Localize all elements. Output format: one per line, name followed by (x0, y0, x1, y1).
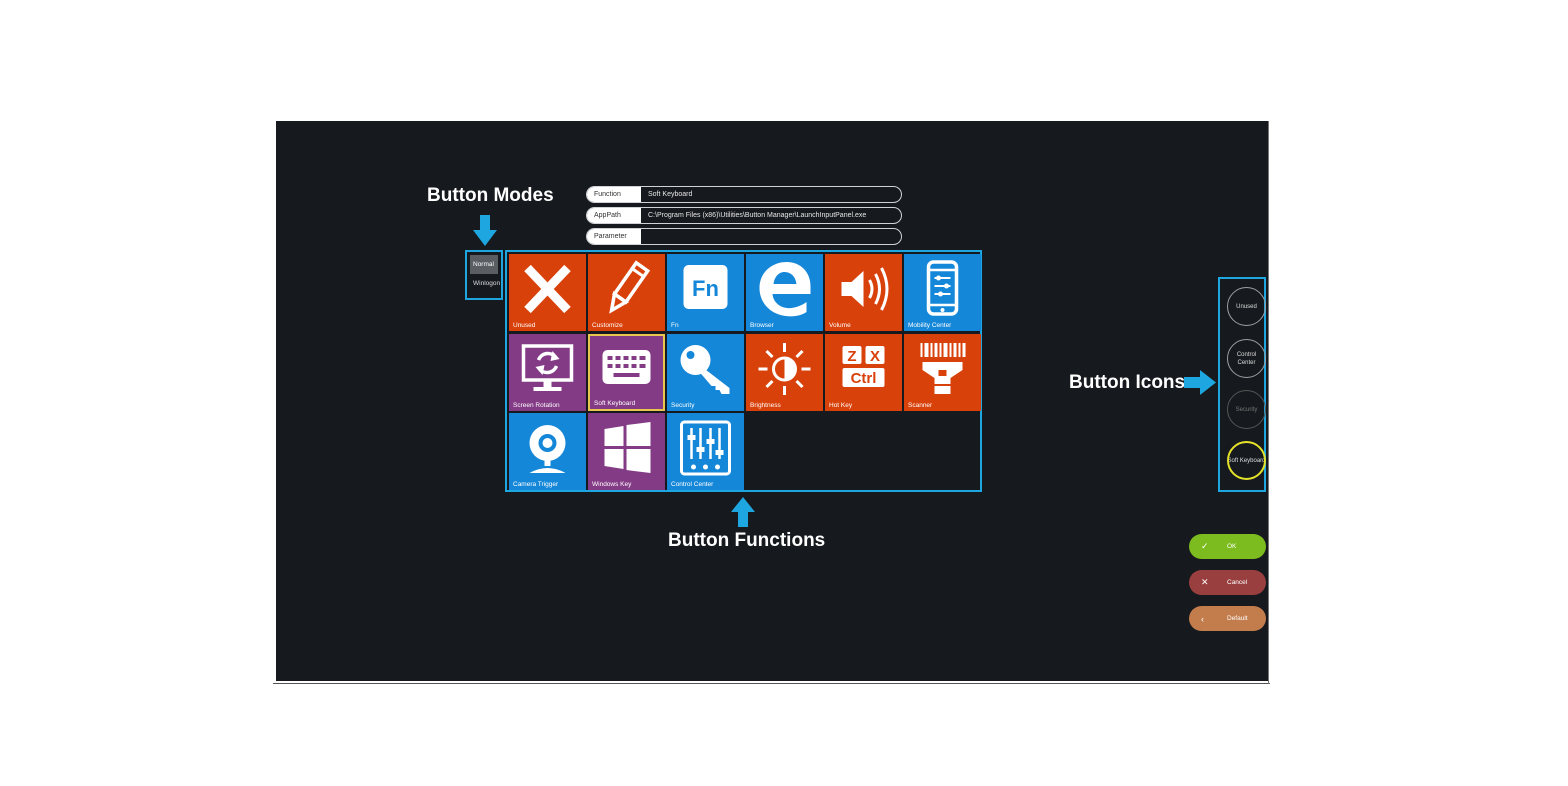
check-icon: ✓ (1201, 541, 1209, 551)
hot-key-z-text: Z (847, 348, 856, 365)
fn-key-icon: Fn (683, 265, 728, 309)
tile-label: Customize (592, 322, 623, 329)
tile-camera-trigger[interactable]: Camera Trigger (509, 413, 586, 490)
hot-key-x-text: X (870, 348, 880, 365)
mode-winlogon[interactable]: Winlogon (470, 274, 500, 293)
tile-brightness[interactable]: Brightness (746, 334, 823, 411)
apppath-field-label: AppPath (587, 208, 641, 223)
pencil-icon (609, 260, 651, 314)
mobile-settings-icon (926, 260, 959, 316)
sliders-icon (680, 420, 731, 476)
tile-unused[interactable]: Unused (509, 254, 586, 331)
webcam-icon (529, 425, 566, 473)
annotation-button-modes: Button Modes (427, 185, 554, 206)
tile-browser[interactable]: Browser (746, 254, 823, 331)
brightness-icon (758, 343, 811, 395)
tile-label: Screen Rotation (513, 402, 560, 409)
tile-label: Volume (829, 322, 851, 329)
tile-control-center[interactable]: Control Center (667, 413, 744, 490)
tile-soft-keyboard[interactable]: Soft Keyboard (588, 334, 665, 411)
annotation-button-icons: Button Icons (1069, 372, 1186, 393)
parameter-field-value (641, 229, 901, 244)
button-modes-panel: Normal Winlogon (465, 250, 503, 300)
cancel-button[interactable]: ✕ Cancel (1189, 570, 1266, 595)
tile-label: Fn (671, 322, 679, 329)
button-icon-unused[interactable]: Unused (1227, 287, 1266, 326)
tile-label: Brightness (750, 402, 781, 409)
edge-browser-icon (759, 262, 811, 317)
apppath-field[interactable]: AppPath C:\Program Files (x86)\Utilities… (586, 207, 902, 224)
ok-button-label: OK (1227, 543, 1237, 550)
annotation-button-functions: Button Functions (668, 530, 826, 551)
tile-label: Mobility Center (908, 322, 952, 329)
parameter-field[interactable]: Parameter (586, 228, 902, 245)
default-button[interactable]: ‹ Default (1189, 606, 1266, 631)
tile-label: Security (671, 402, 695, 409)
button-icon-control-center[interactable]: Control Center (1227, 339, 1266, 378)
tile-label: Camera Trigger (513, 481, 559, 488)
arrow-right-icon (1184, 370, 1216, 395)
key-icon (680, 345, 730, 394)
keyboard-icon (602, 350, 651, 384)
apppath-field-value: C:\Program Files (x86)\Utilities\Button … (648, 212, 867, 219)
barcode-scanner-icon (920, 343, 966, 394)
tile-label: Soft Keyboard (594, 400, 636, 407)
function-field-label: Function (587, 187, 641, 202)
tile-customize[interactable]: Customize (588, 254, 665, 331)
ok-button[interactable]: ✓ OK (1189, 534, 1266, 559)
mode-normal[interactable]: Normal (470, 255, 498, 274)
parameter-field-label: Parameter (587, 229, 641, 244)
default-button-label: Default (1227, 615, 1248, 622)
tile-fn[interactable]: Fn Fn (667, 254, 744, 331)
tile-mobility-center[interactable]: Mobility Center (904, 254, 981, 331)
tile-screen-rotation[interactable]: Screen Rotation (509, 334, 586, 411)
tile-volume[interactable]: Volume (825, 254, 902, 331)
tile-label: Control Center (671, 481, 714, 488)
close-icon: ✕ (1201, 577, 1209, 587)
cancel-button-label: Cancel (1227, 579, 1248, 586)
tile-scanner[interactable]: Scanner (904, 334, 981, 411)
tile-label: Hot Key (829, 402, 853, 409)
screen-rotation-icon (521, 344, 574, 391)
function-field[interactable]: Function Soft Keyboard (586, 186, 902, 203)
hot-key-icon: Z X Ctrl (842, 346, 885, 387)
windows-logo-icon (604, 422, 651, 473)
hot-key-ctrl-text: Ctrl (851, 370, 877, 387)
button-icon-label: Security (1235, 406, 1258, 413)
button-icon-label: Control Center (1236, 351, 1257, 366)
button-functions-grid: Unused Customize Fn Fn Browser Volume Mo… (505, 250, 982, 492)
tile-label: Windows Key (592, 481, 632, 488)
tile-windows-key[interactable]: Windows Key (588, 413, 665, 490)
tile-security[interactable]: Security (667, 334, 744, 411)
back-arrow-icon: ‹ (1201, 613, 1204, 624)
function-field-value: Soft Keyboard (648, 191, 693, 198)
tile-hot-key[interactable]: Z X Ctrl Hot Key (825, 334, 902, 411)
button-icon-soft-keyboard[interactable]: Soft Keyboard (1227, 441, 1266, 480)
button-icons-panel: Unused Control Center Security Soft Keyb… (1218, 277, 1266, 492)
close-icon (524, 264, 571, 314)
frame-bottom-border (273, 683, 1270, 684)
button-icon-security[interactable]: Security (1227, 390, 1266, 429)
fn-key-text: Fn (692, 276, 719, 301)
frame-right-border (1268, 121, 1269, 684)
tile-label: Scanner (908, 402, 933, 409)
arrow-down-icon (473, 215, 497, 246)
speaker-icon (841, 267, 889, 311)
arrow-up-icon (731, 497, 755, 527)
button-icon-label: Soft Keyboard (1227, 457, 1266, 464)
button-icon-label: Unused (1236, 303, 1257, 310)
tile-label: Unused (513, 322, 536, 329)
tile-label: Browser (750, 322, 774, 329)
